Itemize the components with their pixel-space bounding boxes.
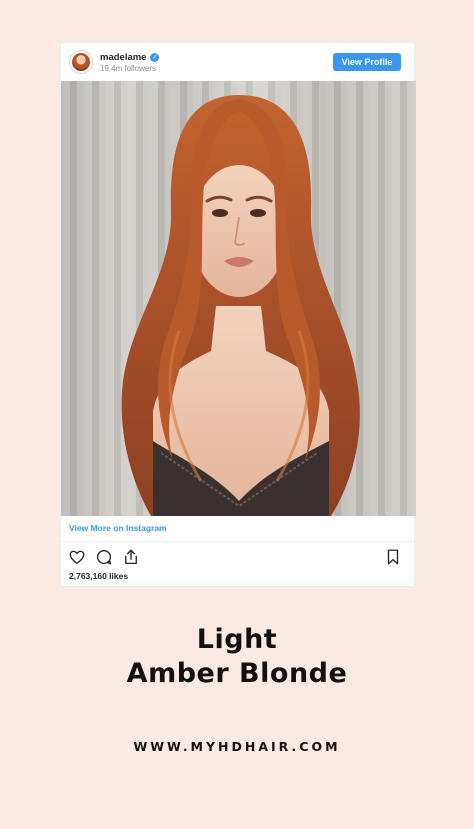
- verified-badge-icon: ✓: [150, 53, 160, 62]
- headline-line-1: Light: [196, 624, 278, 655]
- heart-icon[interactable]: [68, 548, 86, 566]
- avatar[interactable]: [70, 51, 92, 73]
- post-header: madelame ✓ 19.4m followers View Profile: [61, 43, 414, 81]
- divider: [61, 541, 414, 542]
- followers-count: 19.4m followers: [100, 64, 157, 73]
- share-icon[interactable]: [122, 548, 140, 566]
- post-photo[interactable]: [61, 81, 416, 516]
- comment-icon[interactable]: [95, 548, 113, 566]
- likes-count: 2,763,160 likes: [69, 571, 129, 581]
- website-url[interactable]: WWW.MYHDHAIR.COM: [0, 739, 474, 754]
- instagram-post-card: madelame ✓ 19.4m followers View Profile: [60, 42, 416, 587]
- username[interactable]: madelame: [100, 52, 146, 63]
- headline-line-2: Amber Blonde: [126, 658, 348, 689]
- username-row: madelame ✓: [100, 52, 160, 63]
- view-profile-button[interactable]: View Profile: [333, 53, 401, 71]
- view-more-link[interactable]: View More on Instagram: [69, 523, 167, 533]
- post-actions: [68, 548, 140, 566]
- bookmark-icon[interactable]: [384, 548, 402, 566]
- portrait-illustration: [121, 95, 360, 516]
